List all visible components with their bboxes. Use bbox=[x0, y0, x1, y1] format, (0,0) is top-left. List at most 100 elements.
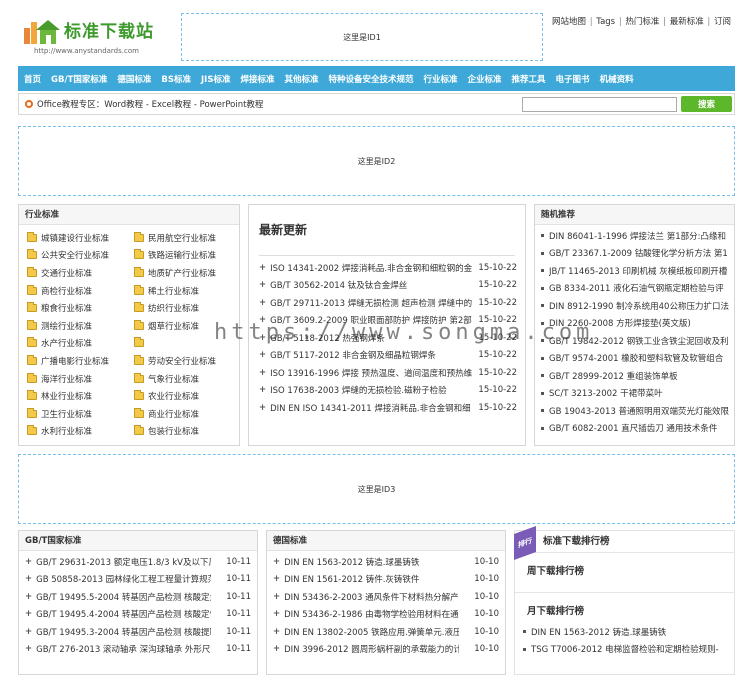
industry-category[interactable]: 民用航空行业标准 bbox=[134, 229, 241, 247]
folder-icon bbox=[134, 390, 144, 401]
top-link-tags[interactable]: Tags bbox=[596, 17, 615, 27]
list-item[interactable]: DIN 8912-1990 制冷系统用40公称压力扩口法 bbox=[539, 297, 730, 315]
list-item[interactable]: + GB/T 276-2013 滚动轴承 深沟球轴承 外形尺寸 10-11 bbox=[25, 641, 251, 659]
list-item[interactable]: + ISO 13916-1996 焊接 预热温度、道间温度和预热维 15-10-22 bbox=[259, 364, 517, 382]
industry-category[interactable]: 广播电影行业标准 bbox=[27, 352, 134, 370]
folder-icon bbox=[27, 390, 37, 401]
search-button[interactable]: 搜索 bbox=[681, 96, 732, 112]
industry-category[interactable]: 交通行业标准 bbox=[27, 264, 134, 282]
list-item[interactable]: GB/T 9574-2001 橡胶和塑料软管及软管组合 bbox=[539, 350, 730, 368]
top-link-sitemap[interactable]: 网站地图 bbox=[552, 17, 586, 27]
industry-category[interactable]: 海洋行业标准 bbox=[27, 370, 134, 388]
office-tutorial-links[interactable]: Office教程专区：Word教程 - Excel教程 - PowerPoint… bbox=[37, 98, 263, 110]
industry-category[interactable]: 粮食行业标准 bbox=[27, 299, 134, 317]
industry-category[interactable]: 稀土行业标准 bbox=[134, 282, 241, 300]
folder-icon bbox=[27, 337, 37, 348]
item-date: 10-10 bbox=[474, 626, 499, 637]
list-item[interactable]: + GB/T 19495.5-2004 转基因产品检测 核酸定量 10-11 bbox=[25, 588, 251, 606]
list-item[interactable]: + DIN EN 1561-2012 铸件.灰铸铁件 10-10 bbox=[273, 571, 499, 589]
item-date: 15-10-22 bbox=[478, 297, 517, 308]
list-item[interactable]: + ISO 14341-2002 焊接消耗品.非合金钢和细粒钢的金 15-10-22 bbox=[259, 259, 517, 277]
list-item[interactable]: DIN 86041-1-1996 焊接法兰 第1部分:凸缘和 bbox=[539, 227, 730, 245]
list-item[interactable]: + DIN EN ISO 14341-2011 焊接消耗品.非合金钢和细 15-10… bbox=[259, 399, 517, 417]
list-item[interactable]: JB/T 11465-2013 印刷机械 灰模纸板印刷开槽 bbox=[539, 262, 730, 280]
top-link-latest[interactable]: 最新标准 bbox=[670, 17, 704, 27]
nav-item[interactable]: 德国标准 bbox=[117, 73, 151, 85]
industry-category[interactable]: 商检行业标准 bbox=[27, 282, 134, 300]
list-item[interactable]: + GB 50858-2013 园林绿化工程工程量计算规范 10-11 bbox=[25, 571, 251, 589]
category-label: 粮食行业标准 bbox=[41, 304, 93, 315]
item-date: 15-10-22 bbox=[478, 262, 517, 273]
nav-item[interactable]: GB/T国家标准 bbox=[51, 73, 107, 85]
nav-item[interactable]: 企业标准 bbox=[468, 73, 502, 85]
nav-item[interactable]: 其他标准 bbox=[284, 73, 318, 85]
list-item[interactable]: SC/T 3213-2002 干裙带菜叶 bbox=[539, 385, 730, 403]
industry-category[interactable]: 农业行业标准 bbox=[134, 387, 241, 405]
category-label: 海洋行业标准 bbox=[41, 374, 93, 385]
nav-item[interactable]: JIS标准 bbox=[201, 73, 230, 85]
list-item[interactable]: + DIN 53436-2-2003 通风条件下材料热分解产 10-10 bbox=[273, 588, 499, 606]
category-label: 烟草行业标准 bbox=[148, 321, 200, 332]
top-link-subscribe[interactable]: 订阅 bbox=[714, 17, 731, 27]
list-item[interactable]: + GB/T 29711-2013 焊缝无损检测 超声检测 焊缝中的 15-10-2… bbox=[259, 294, 517, 312]
folder-icon bbox=[27, 284, 37, 295]
category-label: 铁路运输行业标准 bbox=[148, 251, 217, 262]
item-title: DIN EN 1561-2012 铸件.灰铸铁件 bbox=[284, 575, 420, 586]
plus-icon: + bbox=[259, 385, 267, 396]
industry-category[interactable]: 水产行业标准 bbox=[27, 335, 134, 353]
industry-category[interactable]: 水利行业标准 bbox=[27, 423, 134, 441]
industry-category[interactable]: 地质矿产行业标准 bbox=[134, 264, 241, 282]
list-item[interactable]: + GB/T 29631-2013 额定电压1.8/3 kV及以下风 10-11 bbox=[25, 553, 251, 571]
list-item[interactable]: GB/T 6082-2001 直尺插齿刀 通用技术条件 bbox=[539, 420, 730, 438]
list-item[interactable]: + GB/T 5117-2012 非合金钢及细晶粒钢焊条 15-10-22 bbox=[259, 347, 517, 365]
industry-category[interactable]: 商业行业标准 bbox=[134, 405, 241, 423]
list-item[interactable]: GB/T 23367.1-2009 钴酸锂化学分析方法 第1 bbox=[539, 245, 730, 263]
list-item[interactable]: + DIN 3996-2012 圆周形蜗杆副的承载能力的计 10-10 bbox=[273, 641, 499, 659]
item-date: 10-11 bbox=[226, 591, 251, 602]
category-label: 稀土行业标准 bbox=[148, 286, 200, 297]
industry-category[interactable]: 测绘行业标准 bbox=[27, 317, 134, 335]
nav-item[interactable]: 首页 bbox=[24, 73, 41, 85]
industry-category[interactable]: 包装行业标准 bbox=[134, 423, 241, 441]
list-item[interactable]: + DIN 53436-2-1986 由毒物学检验用材料在通 10-10 bbox=[273, 606, 499, 624]
list-item[interactable]: TSG T7006-2012 电梯监督检验和定期检验规则- bbox=[521, 641, 730, 659]
list-item[interactable]: DIN EN 1563-2012 铸造.球墨铸铁 bbox=[521, 623, 730, 641]
nav-item[interactable]: 行业标准 bbox=[424, 73, 458, 85]
site-logo[interactable]: 标准下载站 http://www.anystandards.com bbox=[22, 12, 172, 58]
list-item[interactable]: GB 19043-2013 普通照明用双端荧光灯能效限 bbox=[539, 402, 730, 420]
ad-slot-1[interactable]: 这里是ID1 bbox=[181, 13, 543, 61]
folder-icon bbox=[27, 302, 37, 313]
ad-slot-3[interactable]: 这里是ID3 bbox=[18, 454, 735, 524]
nav-item[interactable]: 推荐工具 bbox=[512, 73, 546, 85]
list-item[interactable]: + GB/T 19495.3-2004 转基因产品检测 核酸提取 10-11 bbox=[25, 623, 251, 641]
nav-item[interactable]: 焊接标准 bbox=[240, 73, 274, 85]
nav-item[interactable]: 电子图书 bbox=[556, 73, 590, 85]
category-label: 水利行业标准 bbox=[41, 427, 93, 438]
industry-category[interactable]: 纺织行业标准 bbox=[134, 299, 241, 317]
nav-item[interactable]: BS标准 bbox=[161, 73, 191, 85]
list-item[interactable]: GB 8334-2011 液化石油气钢瓶定期检验与评 bbox=[539, 280, 730, 298]
industry-category[interactable]: 公共安全行业标准 bbox=[27, 247, 134, 265]
industry-category[interactable]: 林业行业标准 bbox=[27, 387, 134, 405]
list-item[interactable]: + GB/T 19495.4-2004 转基因产品检测 核酸定性 10-11 bbox=[25, 606, 251, 624]
list-item[interactable]: + ISO 17638-2003 焊缝的无损检验.磁粉子检验 15-10-22 bbox=[259, 382, 517, 400]
list-item[interactable]: GB/T 28999-2012 重组装饰单板 bbox=[539, 367, 730, 385]
item-date: 15-10-22 bbox=[478, 385, 517, 396]
list-item[interactable]: + DIN EN 1563-2012 铸造.球墨铸铁 10-10 bbox=[273, 553, 499, 571]
item-date: 10-10 bbox=[474, 609, 499, 620]
industry-category[interactable]: 气象行业标准 bbox=[134, 370, 241, 388]
industry-category[interactable]: 铁路运输行业标准 bbox=[134, 247, 241, 265]
industry-category[interactable]: 劳动安全行业标准 bbox=[134, 352, 241, 370]
ad-slot-2[interactable]: 这里是ID2 bbox=[18, 126, 735, 196]
nav-item[interactable]: 特种设备安全技术规范 bbox=[328, 73, 413, 85]
top-link-hot[interactable]: 热门标准 bbox=[625, 17, 659, 27]
item-date: 15-10-22 bbox=[478, 280, 517, 291]
industry-category[interactable]: 城镇建设行业标准 bbox=[27, 229, 134, 247]
list-item[interactable]: + DIN EN 13802-2005 铁路应用.弹簧单元.液压 10-10 bbox=[273, 623, 499, 641]
nav-item[interactable]: 机械资料 bbox=[600, 73, 634, 85]
list-item[interactable]: + GB/T 30562-2014 钛及钛合金焊丝 15-10-22 bbox=[259, 277, 517, 295]
industry-category[interactable]: 卫生行业标准 bbox=[27, 405, 134, 423]
panel-title: GB/T国家标准 bbox=[19, 531, 257, 551]
bullet-icon bbox=[541, 304, 544, 308]
search-input[interactable] bbox=[522, 97, 677, 112]
